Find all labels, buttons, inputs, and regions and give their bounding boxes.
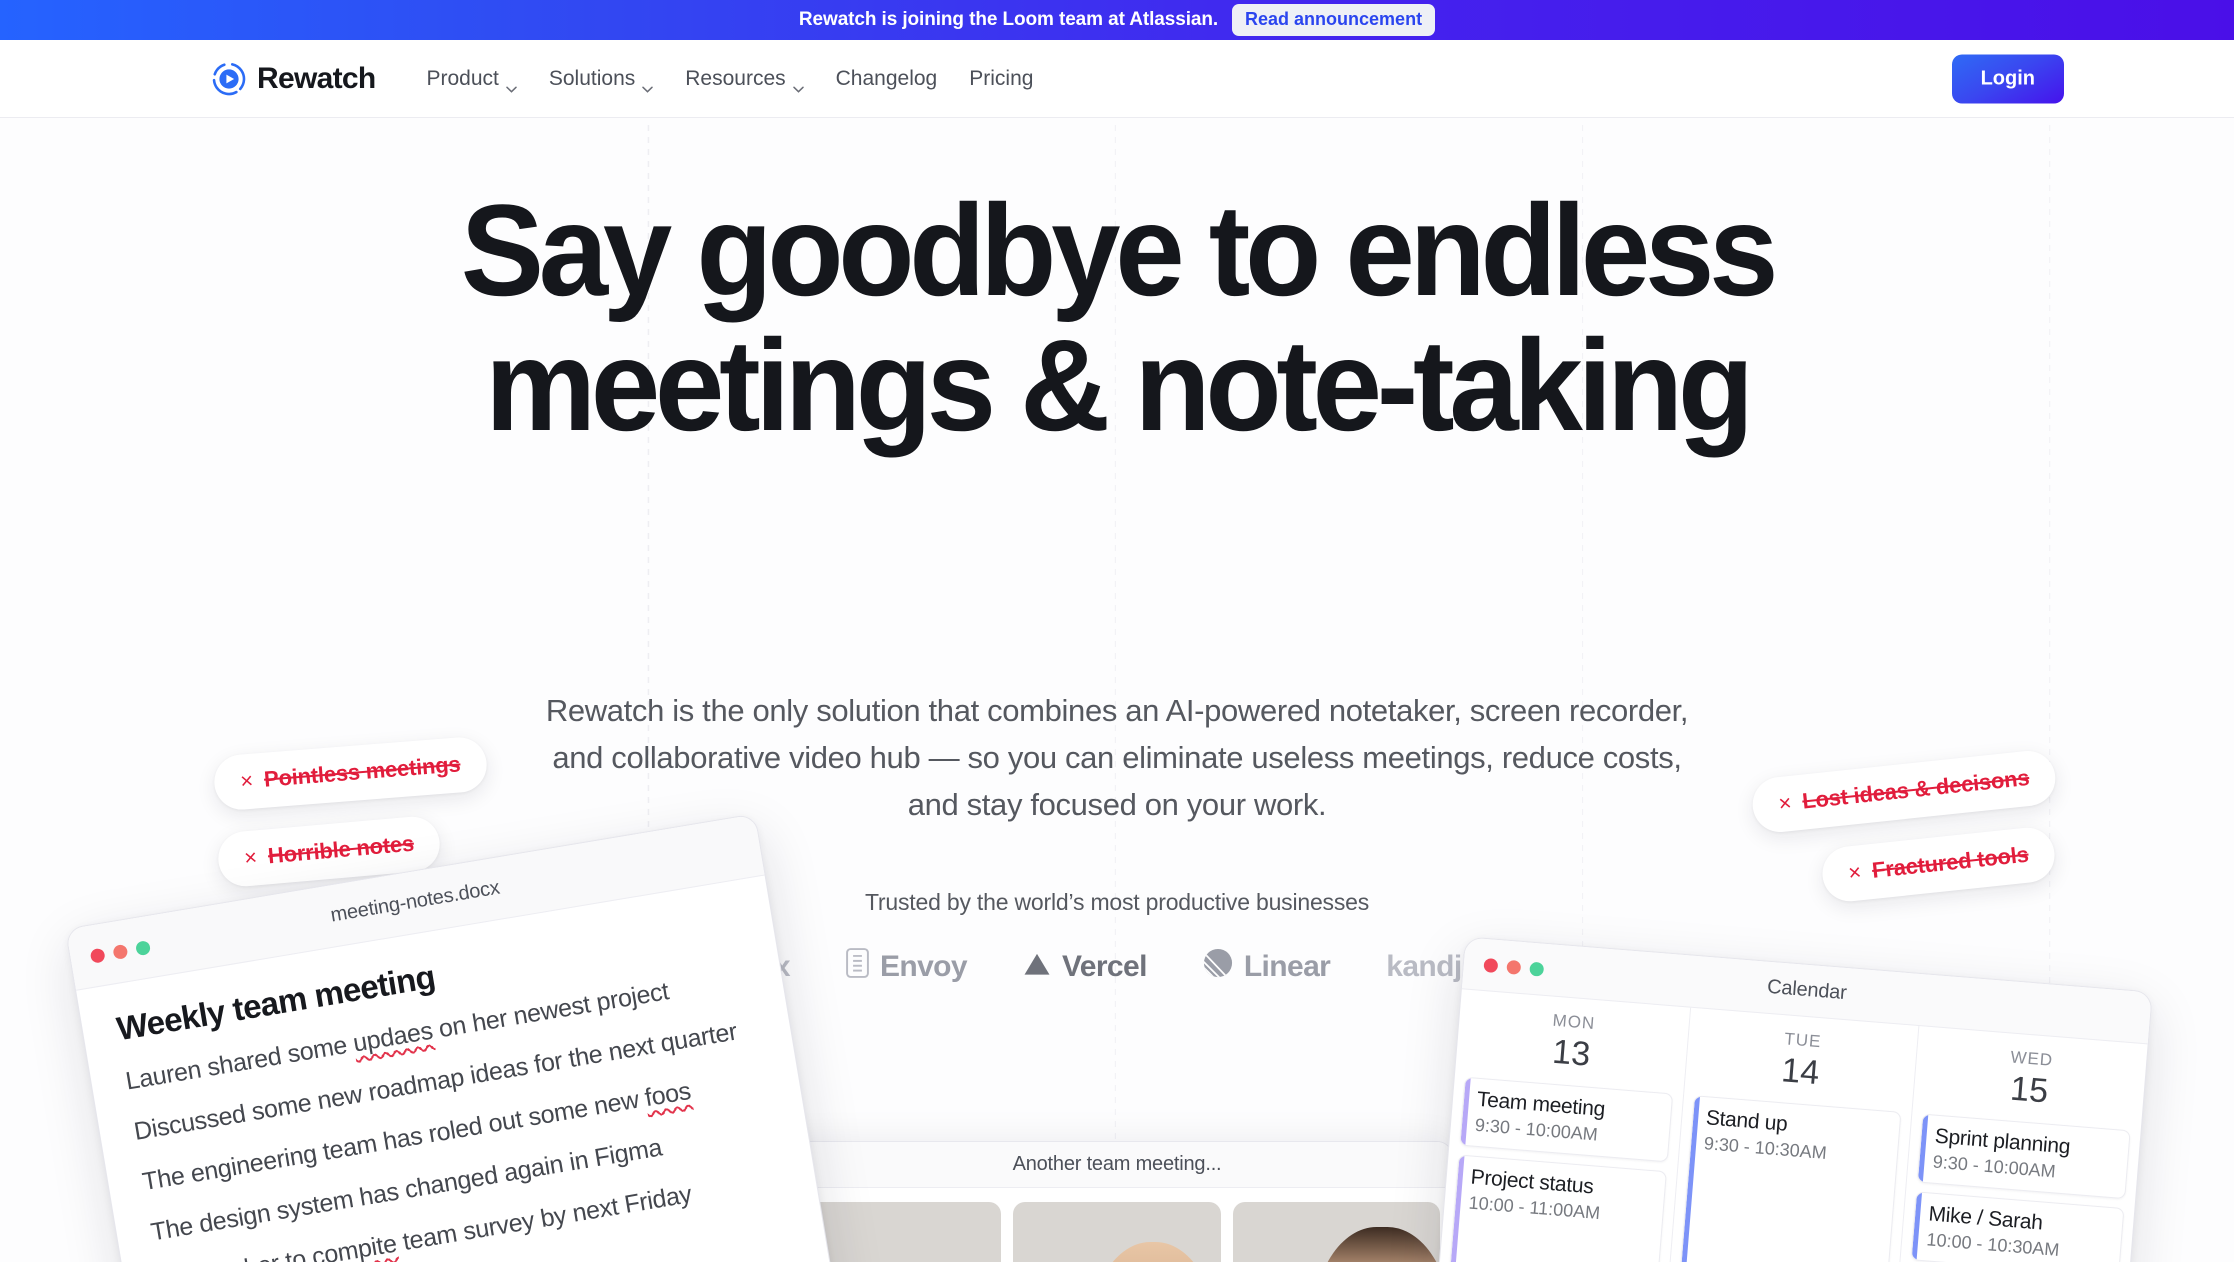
announcement-message: Rewatch is joining the Loom team at Atla… bbox=[798, 9, 1219, 30]
participant-video-tile bbox=[1232, 1202, 1440, 1262]
headline-line-1: Say goodbye to endless bbox=[460, 177, 1779, 323]
read-announcement-button[interactable]: Read announcement bbox=[1232, 3, 1436, 37]
login-button[interactable]: Login bbox=[1951, 54, 2064, 103]
close-x-icon: × bbox=[1847, 859, 1863, 886]
close-window-dot[interactable] bbox=[1483, 957, 1499, 973]
site-header: Rewatch Product Solutions Resources Chan… bbox=[0, 40, 2234, 118]
page-title: Say goodbye to endless meetings & note-t… bbox=[45, 182, 2190, 453]
notes-line-text: Remember to bbox=[157, 1244, 314, 1262]
hero-section: Say goodbye to endless meetings & note-t… bbox=[0, 119, 2234, 1262]
rewatch-play-icon bbox=[212, 62, 246, 96]
nav-label-solutions: Solutions bbox=[548, 66, 636, 90]
hero-subheadline: Rewatch is the only solution that combin… bbox=[545, 693, 1689, 823]
nav-item-resources[interactable]: Resources bbox=[669, 59, 819, 99]
notes-misspelling: compite bbox=[309, 1229, 399, 1262]
logo-envoy-label: Envoy bbox=[879, 950, 968, 983]
nav-item-pricing[interactable]: Pricing bbox=[953, 59, 1049, 99]
nav-label-changelog: Changelog bbox=[835, 66, 938, 90]
nav-label-resources: Resources bbox=[685, 66, 786, 90]
meeting-window-titlebar: Another team meeting... bbox=[782, 1142, 1452, 1188]
calendar-window-title: Calendar bbox=[1766, 975, 1848, 1005]
calendar-day-column-wed: WED 15 Sprint planning 9:30 - 10:00AM Mi… bbox=[1886, 1026, 2147, 1262]
calendar-day-column-mon: MON 13 Team meeting 9:30 - 10:00AM Proje… bbox=[1428, 989, 1691, 1262]
calendar-event[interactable]: Mike / Sarah 10:00 - 10:30AM bbox=[1910, 1191, 2125, 1262]
close-window-dot[interactable] bbox=[89, 947, 106, 964]
pain-point-pill-lost-ideas: × Lost ideas & decisons bbox=[1749, 748, 2058, 835]
logo-envoy: Envoy bbox=[846, 948, 968, 986]
chevron-down-icon bbox=[506, 75, 517, 93]
notes-filename: meeting-notes.docx bbox=[328, 876, 502, 927]
maximize-window-dot[interactable] bbox=[134, 939, 152, 956]
announcement-bar: Rewatch is joining the Loom team at Atla… bbox=[0, 0, 2234, 40]
calendar-event[interactable]: Team meeting 9:30 - 10:00AM bbox=[1459, 1076, 1673, 1163]
logo-vercel: Vercel bbox=[1023, 950, 1147, 984]
brand-wordmark: Rewatch bbox=[257, 61, 376, 95]
meeting-window-card: Another team meeting... bbox=[781, 1141, 1453, 1262]
brand-logo-link[interactable]: Rewatch bbox=[212, 61, 376, 96]
close-x-icon: × bbox=[239, 767, 255, 794]
pain-point-label: Lost ideas & decisons bbox=[1801, 764, 2031, 814]
notes-misspelling: foos bbox=[642, 1076, 693, 1113]
calendar-event[interactable]: Sprint planning 9:30 - 10:00AM bbox=[1917, 1113, 2131, 1200]
calendar-window: Calendar MON 13 Team meeting 9:30 - 10:0… bbox=[1427, 936, 2153, 1262]
pain-point-label: Horrible notes bbox=[266, 830, 415, 869]
main-nav: Product Solutions Resources Changelog Pr… bbox=[410, 59, 1049, 99]
minimize-window-dot[interactable] bbox=[112, 943, 129, 960]
close-x-icon: × bbox=[1777, 789, 1793, 817]
pain-point-label: Pointless meetings bbox=[263, 751, 462, 792]
window-traffic-lights bbox=[1483, 957, 1545, 977]
window-traffic-lights bbox=[89, 939, 152, 964]
headline-line-2: meetings & note-taking bbox=[485, 312, 1754, 459]
vercel-triangle-icon bbox=[1023, 950, 1051, 984]
nav-label-product: Product bbox=[426, 66, 499, 90]
close-x-icon: × bbox=[243, 844, 259, 871]
calendar-event[interactable]: Stand up 9:30 - 10:30AM bbox=[1679, 1095, 1902, 1262]
pain-point-label: Fractured tools bbox=[1870, 841, 2030, 883]
pain-point-pill-pointless-meetings: × Pointless meetings bbox=[212, 735, 489, 812]
minimize-window-dot[interactable] bbox=[1506, 959, 1522, 975]
chevron-down-icon bbox=[642, 75, 653, 93]
page-root: Rewatch is joining the Loom team at Atla… bbox=[0, 0, 2234, 1262]
video-tile-grid bbox=[782, 1188, 1452, 1262]
notes-misspelling: updaes bbox=[350, 1016, 435, 1058]
envoy-icon bbox=[846, 948, 869, 986]
nav-item-product[interactable]: Product bbox=[410, 59, 532, 99]
pain-point-pill-fractured-tools: × Fractured tools bbox=[1819, 824, 2058, 905]
participant-video-tile bbox=[1013, 1202, 1221, 1262]
chevron-down-icon bbox=[792, 75, 804, 93]
logo-kandji-label: kandji bbox=[1386, 950, 1470, 983]
calendar-day-column-tue: TUE 14 Stand up 9:30 - 10:30AM Design re… bbox=[1657, 1007, 1920, 1262]
maximize-window-dot[interactable] bbox=[1529, 961, 1545, 977]
linear-icon bbox=[1203, 948, 1233, 986]
calendar-event[interactable]: Project status 10:00 - 11:00AM bbox=[1444, 1154, 1667, 1262]
logo-vercel-label: Vercel bbox=[1061, 950, 1147, 983]
logo-linear-label: Linear bbox=[1243, 950, 1331, 983]
logo-linear: Linear bbox=[1203, 948, 1331, 986]
nav-label-pricing: Pricing bbox=[969, 66, 1034, 90]
nav-item-changelog[interactable]: Changelog bbox=[820, 59, 954, 99]
meeting-window-title: Another team meeting... bbox=[1012, 1153, 1222, 1175]
meeting-notes-window: meeting-notes.docx Weekly team meeting L… bbox=[64, 813, 848, 1262]
nav-item-solutions[interactable]: Solutions bbox=[533, 59, 669, 99]
